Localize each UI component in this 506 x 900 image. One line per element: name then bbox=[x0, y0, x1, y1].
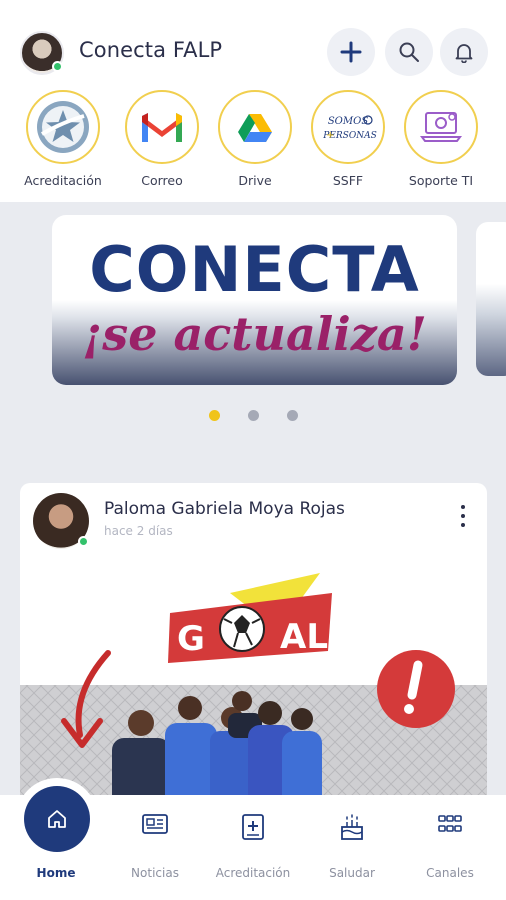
top-header: Conecta FALP Acreditación Correo Drive S… bbox=[0, 0, 506, 202]
shortcut-label: Drive bbox=[238, 173, 272, 188]
kebab-dot bbox=[461, 505, 465, 509]
shortcut-acreditacion[interactable]: Acreditación bbox=[15, 90, 111, 188]
kebab-dot bbox=[461, 523, 465, 527]
carousel-dot[interactable] bbox=[209, 410, 220, 421]
shortcut-label: Correo bbox=[141, 173, 183, 188]
post-card: Paloma Gabriela Moya Rojas hace 2 días G… bbox=[20, 483, 487, 813]
home-button[interactable] bbox=[16, 778, 98, 860]
user-avatar[interactable] bbox=[20, 31, 64, 75]
post-author-avatar[interactable] bbox=[33, 493, 89, 549]
post-author-name[interactable]: Paloma Gabriela Moya Rojas bbox=[104, 499, 345, 519]
cake-icon bbox=[341, 814, 363, 840]
search-button[interactable] bbox=[385, 28, 433, 76]
tab-label: Home bbox=[36, 866, 76, 880]
tab-noticias[interactable]: Noticias bbox=[105, 795, 205, 900]
tab-label: Noticias bbox=[131, 866, 179, 880]
bell-icon bbox=[455, 44, 473, 63]
plus-icon bbox=[340, 41, 362, 63]
tab-label: Acreditación bbox=[215, 866, 291, 880]
news-icon bbox=[142, 814, 168, 834]
shortcuts-row: Acreditación Correo Drive SOMOS PERSONAS… bbox=[0, 90, 506, 195]
post-image[interactable]: G AL bbox=[20, 553, 487, 813]
shortcut-ssff[interactable]: SOMOS PERSONAS + SSFF bbox=[300, 90, 396, 188]
star-seal-icon bbox=[37, 101, 89, 153]
banner-title: CONECTA bbox=[89, 233, 420, 306]
home-icon bbox=[48, 810, 66, 828]
svg-text:SOMOS: SOMOS bbox=[328, 116, 368, 127]
post-more-options-button[interactable] bbox=[461, 505, 465, 532]
shortcut-soporte-ti[interactable]: Soporte TI bbox=[393, 90, 489, 188]
shortcut-correo[interactable]: Correo bbox=[114, 90, 210, 188]
online-status-dot bbox=[78, 536, 89, 547]
tab-acreditacion[interactable]: Acreditación bbox=[203, 795, 303, 900]
notifications-button[interactable] bbox=[440, 28, 488, 76]
add-button[interactable] bbox=[327, 28, 375, 76]
app-title: Conecta FALP bbox=[79, 38, 223, 62]
search-icon bbox=[399, 42, 419, 62]
carousel-dot[interactable] bbox=[287, 410, 298, 421]
gmail-icon bbox=[142, 113, 182, 142]
online-status-dot bbox=[52, 61, 63, 72]
banner-subtitle: ¡se actualiza! bbox=[82, 307, 427, 361]
shortcut-circle bbox=[218, 90, 292, 164]
post-timestamp: hace 2 días bbox=[104, 524, 173, 538]
tab-label: Saludar bbox=[329, 866, 375, 880]
laptop-gear-icon bbox=[420, 112, 462, 142]
shortcut-circle bbox=[404, 90, 478, 164]
shortcut-circle: SOMOS PERSONAS + bbox=[311, 90, 385, 164]
svg-text:AL: AL bbox=[280, 617, 328, 657]
shortcut-circle bbox=[26, 90, 100, 164]
tab-saludar[interactable]: Saludar bbox=[302, 795, 402, 900]
carousel-next-slide-peek[interactable] bbox=[476, 222, 506, 376]
grid-icon bbox=[438, 815, 462, 832]
svg-text:+: + bbox=[326, 130, 334, 141]
carousel-dot[interactable] bbox=[248, 410, 259, 421]
shortcut-drive[interactable]: Drive bbox=[207, 90, 303, 188]
tab-canales[interactable]: Canales bbox=[400, 795, 500, 900]
shortcut-circle bbox=[125, 90, 199, 164]
svg-text:G: G bbox=[177, 619, 205, 659]
shortcut-label: Acreditación bbox=[24, 173, 102, 188]
add-document-icon bbox=[242, 814, 264, 840]
drive-icon bbox=[238, 114, 272, 142]
somos-personas-logo: SOMOS PERSONAS + bbox=[322, 115, 377, 141]
carousel-banner[interactable]: CONECTA ¡se actualiza! bbox=[52, 215, 457, 385]
home-button-fill bbox=[24, 786, 90, 852]
kebab-dot bbox=[461, 514, 465, 518]
tab-label: Canales bbox=[426, 866, 474, 880]
shortcut-label: Soporte TI bbox=[408, 173, 474, 188]
shortcut-label: SSFF bbox=[332, 173, 364, 188]
